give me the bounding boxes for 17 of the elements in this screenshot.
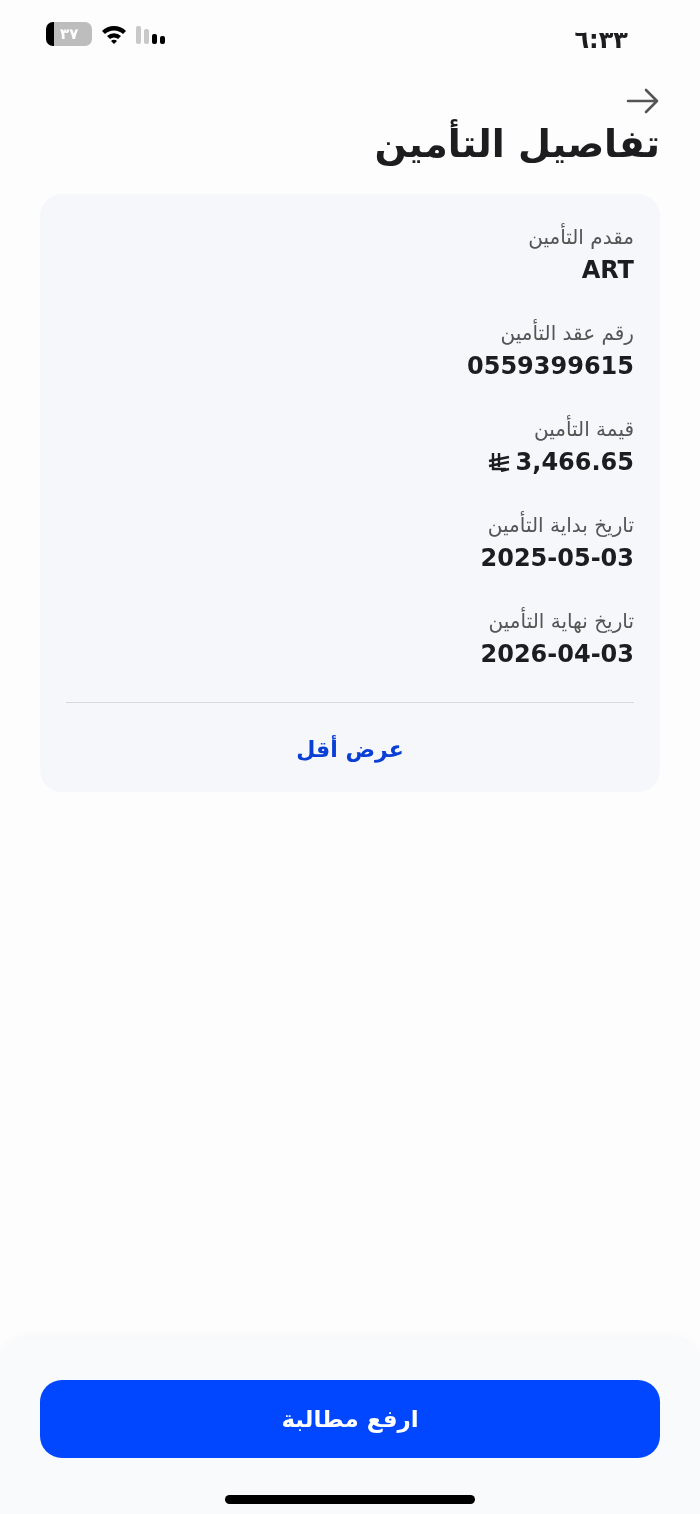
field-value: 3,466.65: [515, 446, 634, 478]
field-label: مقدم التأمين: [527, 222, 634, 251]
field-value: 2026-04-03: [480, 638, 634, 670]
field-label: تاريخ بداية التأمين: [486, 510, 634, 539]
field-value: 2025-05-03: [480, 542, 634, 574]
wifi-icon: [100, 23, 129, 45]
field-label: تاريخ نهاية التأمين: [487, 606, 634, 635]
battery-icon: ٣٧: [46, 22, 93, 46]
field-value: 0559399615: [467, 350, 634, 382]
field-label: رقم عقد التأمين: [499, 318, 634, 347]
field-label: قيمة التأمين: [533, 414, 634, 443]
submit-claim-button[interactable]: ارفع مطالبة: [40, 1380, 660, 1458]
show-less-link[interactable]: عرض أقل: [296, 702, 404, 792]
riyal-sign-icon: [487, 451, 510, 472]
field-value: ART: [581, 254, 634, 286]
back-arrow-icon[interactable]: [626, 88, 660, 114]
status-time: ٦:٣٣: [574, 25, 628, 56]
